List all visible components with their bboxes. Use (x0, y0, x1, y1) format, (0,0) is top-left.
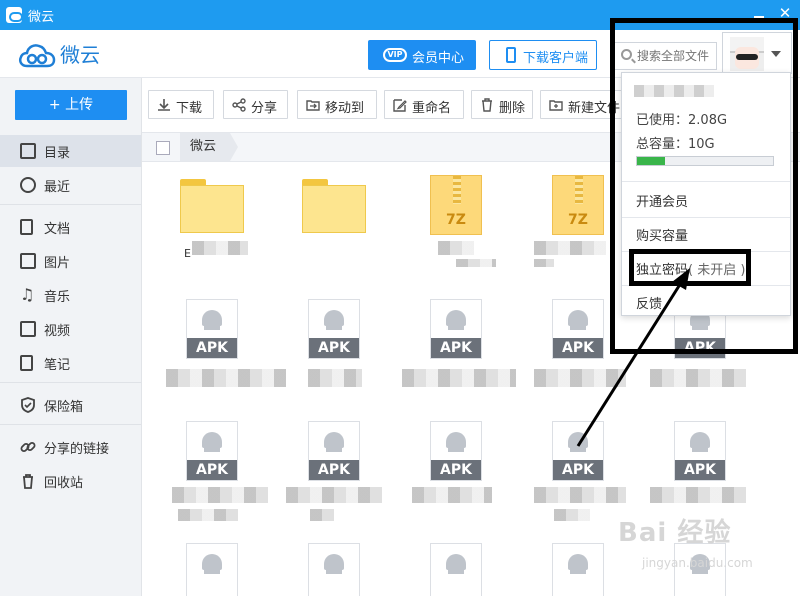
vip-center-button[interactable]: VIP 会员中心 (368, 40, 476, 70)
apk-file-icon[interactable] (308, 543, 360, 596)
file-name-blurred (402, 369, 516, 387)
file-name-blurred (534, 259, 554, 267)
zip-file-icon[interactable]: 7Z (430, 175, 482, 235)
apk-file-icon[interactable]: APK (186, 421, 238, 481)
sidebar-item-directory[interactable]: 目录 (0, 135, 141, 167)
file-name-blurred (650, 487, 746, 503)
file-name-blurred (308, 369, 362, 387)
sidebar-item-label: 图片 (44, 256, 71, 271)
file-name-blurred (554, 509, 590, 521)
file-name-blurred (286, 487, 382, 503)
window-title: 微云 (28, 10, 55, 25)
upload-button[interactable]: + 上传 (15, 90, 127, 120)
music-icon: ♫ (20, 285, 35, 304)
file-name-blurred (534, 241, 606, 255)
move-to-button[interactable]: 移动到 (297, 90, 377, 119)
file-name-blurred (310, 509, 334, 521)
file-name-blurred (534, 487, 626, 503)
download-client-label: 下载客户端 (523, 51, 589, 66)
zip-file-icon[interactable]: 7Z (552, 175, 604, 235)
sidebar-item-label: 分享的链接 (44, 442, 110, 457)
file-name-blurred (412, 487, 492, 503)
sidebar-item-documents[interactable]: 文档 (0, 211, 141, 243)
app-logo-icon (6, 7, 23, 23)
file-name-blurred (438, 241, 474, 255)
sidebar-item-label: 文档 (44, 222, 71, 237)
file-name-blurred (166, 369, 286, 387)
download-icon (158, 99, 170, 111)
file-name: E (184, 247, 191, 260)
share-button[interactable]: 分享 (223, 90, 288, 119)
apk-file-icon[interactable]: APK (430, 421, 482, 481)
rename-button[interactable]: 重命名 (384, 90, 464, 119)
phone-icon (506, 47, 516, 63)
clock-icon (20, 177, 36, 193)
file-name-blurred (456, 259, 496, 267)
breadcrumb-item-root[interactable]: 微云 (180, 133, 239, 161)
apk-file-icon[interactable] (552, 543, 604, 596)
sidebar-item-shared-links[interactable]: 分享的链接 (0, 431, 141, 463)
move-icon (306, 100, 320, 111)
apk-file-icon[interactable] (430, 543, 482, 596)
cloud-logo-icon (19, 44, 56, 68)
file-name-blurred (178, 509, 238, 521)
video-icon (20, 321, 36, 337)
sidebar-item-video[interactable]: 视频 (0, 313, 141, 345)
apk-file-icon[interactable]: APK (674, 421, 726, 481)
apk-file-icon[interactable]: APK (430, 299, 482, 359)
sidebar-item-recent[interactable]: 最近 (0, 169, 141, 201)
file-name-blurred (650, 369, 746, 387)
image-icon (20, 253, 36, 269)
vip-center-label: 会员中心 (412, 51, 465, 66)
new-folder-icon (549, 100, 563, 111)
shield-icon (20, 397, 36, 413)
apk-file-icon[interactable]: APK (308, 299, 360, 359)
sidebar-item-label: 视频 (44, 324, 71, 339)
file-name-blurred (534, 369, 626, 387)
edit-icon (393, 99, 407, 112)
annotation-highlight-box (610, 18, 798, 354)
share-icon (232, 98, 246, 112)
sidebar-item-music[interactable]: ♫ 音乐 (0, 279, 141, 311)
select-all-checkbox[interactable] (156, 141, 170, 155)
link-icon (20, 439, 36, 455)
apk-file-icon[interactable]: APK (308, 421, 360, 481)
sidebar-item-recycle-bin[interactable]: 回收站 (0, 465, 141, 497)
note-icon (20, 355, 33, 371)
folder-icon[interactable] (180, 179, 244, 233)
document-icon (20, 219, 33, 235)
folder-icon[interactable] (302, 179, 366, 233)
download-client-button[interactable]: 下载客户端 (489, 40, 597, 70)
vip-icon: VIP (383, 48, 407, 62)
trash-icon (482, 98, 492, 112)
delete-button[interactable]: 删除 (471, 90, 533, 119)
sidebar-item-label: 音乐 (44, 290, 71, 305)
sidebar-item-label: 最近 (44, 180, 71, 195)
sidebar-item-notes[interactable]: 笔记 (0, 347, 141, 379)
brand-name: 微云 (60, 43, 100, 67)
sidebar-item-label: 目录 (44, 146, 71, 161)
apk-file-icon[interactable] (186, 543, 238, 596)
apk-file-icon[interactable]: APK (552, 421, 604, 481)
list-icon (20, 143, 36, 159)
trash-icon (20, 473, 36, 489)
apk-file-icon[interactable]: APK (552, 299, 604, 359)
apk-file-icon[interactable]: APK (186, 299, 238, 359)
sidebar-item-safe-box[interactable]: 保险箱 (0, 389, 141, 421)
sidebar: + 上传 目录 最近 文档 图片 ♫ 音乐 视频 笔记 保险箱 分享的链接 回收… (0, 78, 142, 596)
file-name-blurred (192, 241, 248, 255)
file-name-blurred (172, 487, 268, 503)
sidebar-item-label: 保险箱 (44, 400, 84, 415)
sidebar-item-label: 笔记 (44, 358, 71, 373)
sidebar-item-label: 回收站 (44, 476, 84, 491)
sidebar-item-images[interactable]: 图片 (0, 245, 141, 277)
annotation-highlight-box-small (629, 249, 751, 286)
download-button[interactable]: 下载 (148, 90, 214, 119)
watermark: Bai 经验 jingyan.baidu.com (618, 518, 753, 570)
